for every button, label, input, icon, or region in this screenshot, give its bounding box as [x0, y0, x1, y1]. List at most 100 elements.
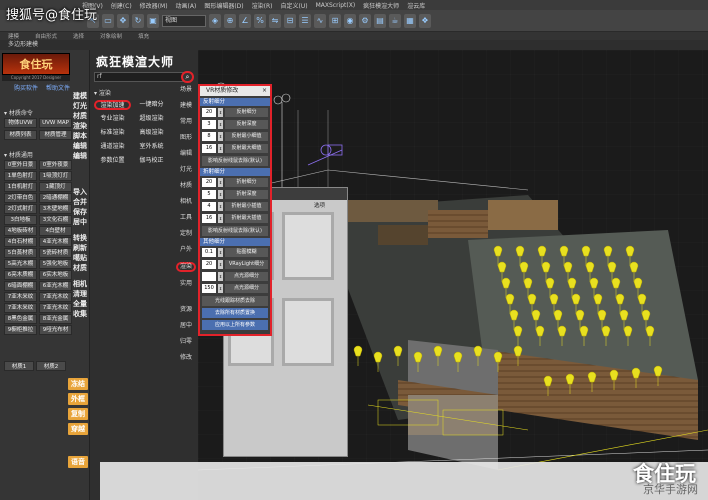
left-side-label-2[interactable]: 材质: [72, 264, 88, 272]
remove-displacement-button[interactable]: 去除所有材质置换: [202, 308, 268, 318]
vr-param-apply-button[interactable]: 点光源细分: [225, 271, 268, 281]
vr-param-value[interactable]: 150: [202, 283, 216, 293]
render-frame-icon[interactable]: ▤: [374, 13, 386, 28]
common-material-button[interactable]: 3白地板: [4, 215, 37, 225]
common-material-button[interactable]: 1藏顶灯: [39, 182, 72, 192]
spinner-icon[interactable]: ⇕: [218, 213, 223, 223]
tab-populate[interactable]: 填充: [138, 32, 149, 40]
schematic-icon[interactable]: ⊞: [329, 13, 341, 28]
vr-param-value[interactable]: 8: [202, 131, 216, 141]
menu-item[interactable]: 图形编辑器(D): [204, 1, 243, 10]
snap-icon[interactable]: ⊕: [224, 13, 236, 28]
view-dropdown[interactable]: 视图: [162, 14, 206, 27]
vr-param-value[interactable]: 4: [202, 201, 216, 211]
vr-param-apply-button[interactable]: 反射最大细值: [225, 143, 268, 153]
side-tab[interactable]: 常用: [176, 118, 196, 126]
menu-item[interactable]: 动画(A): [176, 1, 197, 10]
common-material-button[interactable]: 0室外日景: [4, 160, 37, 170]
material-swatch[interactable]: [282, 212, 334, 280]
common-material-button[interactable]: 4白壁材: [39, 226, 72, 236]
common-material-button[interactable]: 5瓷砖材质: [39, 248, 72, 258]
common-material-button[interactable]: 4亚光木棚: [39, 237, 72, 247]
tab-selection[interactable]: 选择: [73, 32, 84, 40]
left-side-label[interactable]: 建模: [72, 92, 88, 100]
common-material-button[interactable]: 4白石材棚: [4, 237, 37, 247]
vr-param-apply-button[interactable]: 反射细分: [225, 107, 268, 117]
common-material-button[interactable]: 6亮木质棚: [4, 270, 37, 280]
vr-extra-button[interactable]: 影响反射线鼠去除(默认): [202, 156, 268, 166]
side-tab[interactable]: 场景: [176, 86, 196, 94]
search-icon[interactable]: ⌕: [181, 71, 194, 83]
left-side-label-2[interactable]: 刷新: [72, 244, 88, 252]
common-material-button[interactable]: 6暗面棚棚: [4, 281, 37, 291]
common-material-button[interactable]: 5强化地板: [39, 259, 72, 269]
param-position-button[interactable]: 参数位置: [94, 156, 131, 166]
left-side-label-2[interactable]: 收集: [72, 310, 88, 318]
one-key-dark-button[interactable]: 一键暗分: [133, 100, 170, 110]
common-material-button[interactable]: 2灯带白色: [4, 193, 37, 203]
buy-link[interactable]: 购买软件: [14, 83, 38, 92]
common-material-button[interactable]: 7亚光木纹: [39, 292, 72, 302]
material-swatch[interactable]: [282, 298, 334, 366]
vr-param-apply-button[interactable]: 折射最小插值: [225, 201, 268, 211]
common-material-button[interactable]: 5白蒸材质: [4, 248, 37, 258]
left-side-label-2[interactable]: 全量: [72, 300, 88, 308]
align-icon[interactable]: ⊟: [284, 13, 296, 28]
side-tab[interactable]: 编辑: [176, 150, 196, 158]
material-button[interactable]: 物体UVW: [4, 118, 37, 128]
rotate-icon[interactable]: ↻: [132, 13, 144, 28]
left-side-label-2[interactable]: 保存: [72, 208, 88, 216]
common-material-button[interactable]: 2暗通棚棚: [39, 193, 72, 203]
render-icon[interactable]: ☕: [389, 13, 401, 28]
select-region-icon[interactable]: ▭: [102, 13, 114, 28]
gamma-button[interactable]: 伽马校正: [133, 156, 170, 166]
spinner-icon[interactable]: ⇕: [218, 119, 223, 129]
left-side-label-2[interactable]: 导入: [72, 188, 88, 196]
side-tab[interactable]: 建模: [176, 102, 196, 110]
common-material-button[interactable]: 6亚光木棚: [39, 281, 72, 291]
copy-button[interactable]: 复制: [68, 408, 88, 420]
menu-item[interactable]: 渲染(R): [252, 1, 273, 10]
vr-param-apply-button[interactable]: 反射最小细值: [225, 131, 268, 141]
left-side-label-2[interactable]: 相机: [72, 280, 88, 288]
close-icon[interactable]: ×: [262, 86, 270, 96]
material-button[interactable]: 材质列表: [4, 130, 37, 140]
menu-item[interactable]: MAXScript(X): [316, 2, 356, 9]
left-side-label[interactable]: 灯光: [72, 102, 88, 110]
vr-param-apply-button[interactable]: 反射深度: [225, 119, 268, 129]
side-tab[interactable]: 相机: [176, 198, 196, 206]
angle-snap-icon[interactable]: ∠: [239, 13, 251, 28]
side-tab[interactable]: 灯光: [176, 166, 196, 174]
help-link[interactable]: 帮助文件: [46, 83, 70, 92]
render-setup-icon[interactable]: ⚙: [359, 13, 371, 28]
freeze-button[interactable]: 冻结: [68, 378, 88, 390]
vr-param-value[interactable]: 0.1: [202, 247, 216, 257]
spinner-icon[interactable]: ⇕: [218, 143, 223, 153]
material-button[interactable]: UVW MAP: [39, 118, 72, 128]
left-side-label[interactable]: 编辑: [72, 152, 88, 160]
common-material-button[interactable]: 9橱柜推拉: [4, 325, 37, 335]
spinner-icon[interactable]: ⇕: [218, 259, 223, 269]
channel-render-button[interactable]: 通道渲染: [94, 142, 131, 152]
vr-param-value[interactable]: [202, 271, 216, 281]
material1-button[interactable]: 材质1: [4, 361, 34, 371]
env-icon[interactable]: ❖: [419, 13, 431, 28]
left-side-label[interactable]: 编辑: [72, 142, 88, 150]
left-side-label-2[interactable]: 转换: [72, 234, 88, 242]
tab-object-paint[interactable]: 对象绘制: [100, 32, 122, 40]
spinner-icon[interactable]: ⇕: [218, 189, 223, 199]
left-side-label-2[interactable]: 合并: [72, 198, 88, 206]
side-tab[interactable]: 修改: [176, 354, 196, 362]
vr-param-value[interactable]: 3: [202, 119, 216, 129]
left-side-label-2[interactable]: 清理: [72, 290, 88, 298]
side-tab[interactable]: 资源: [176, 306, 196, 314]
vr-param-apply-button[interactable]: 折射细分: [225, 177, 268, 187]
spinner-icon[interactable]: ⇕: [218, 177, 223, 187]
side-tab[interactable]: 居中: [176, 322, 196, 330]
standard-render-button[interactable]: 标准渲染: [94, 128, 131, 138]
side-tab[interactable]: 渲染: [176, 262, 196, 272]
left-side-label[interactable]: 脚本: [72, 132, 88, 140]
common-material-button[interactable]: 8黑色金属: [4, 314, 37, 324]
spinner-icon[interactable]: ⇕: [218, 131, 223, 141]
percent-snap-icon[interactable]: %: [254, 13, 266, 28]
